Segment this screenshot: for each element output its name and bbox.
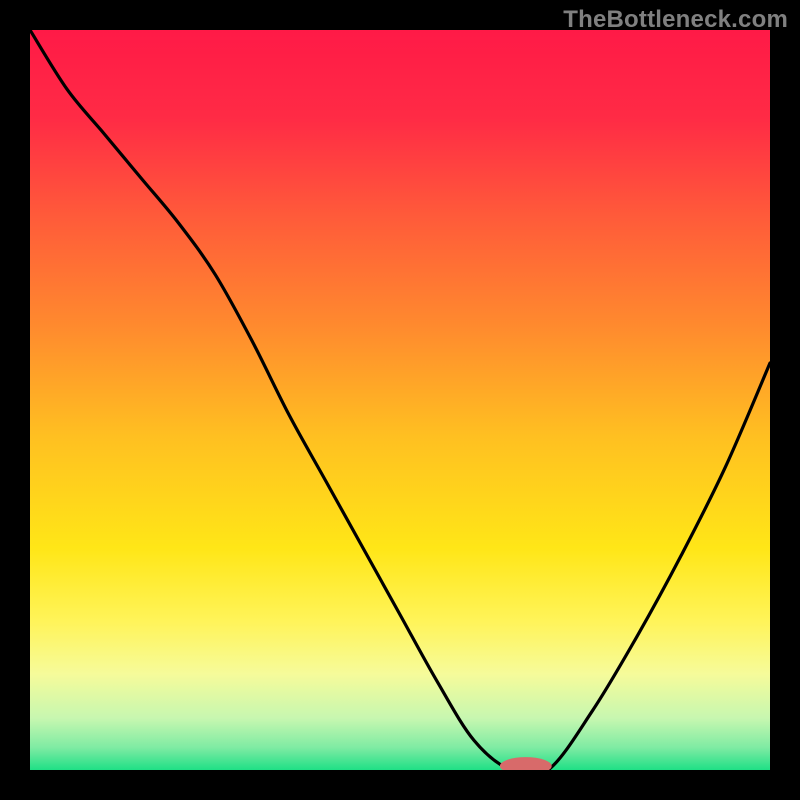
plot-area [30,30,770,770]
chart-frame: TheBottleneck.com [0,0,800,800]
heat-gradient-bg [30,30,770,770]
plot-svg [30,30,770,770]
